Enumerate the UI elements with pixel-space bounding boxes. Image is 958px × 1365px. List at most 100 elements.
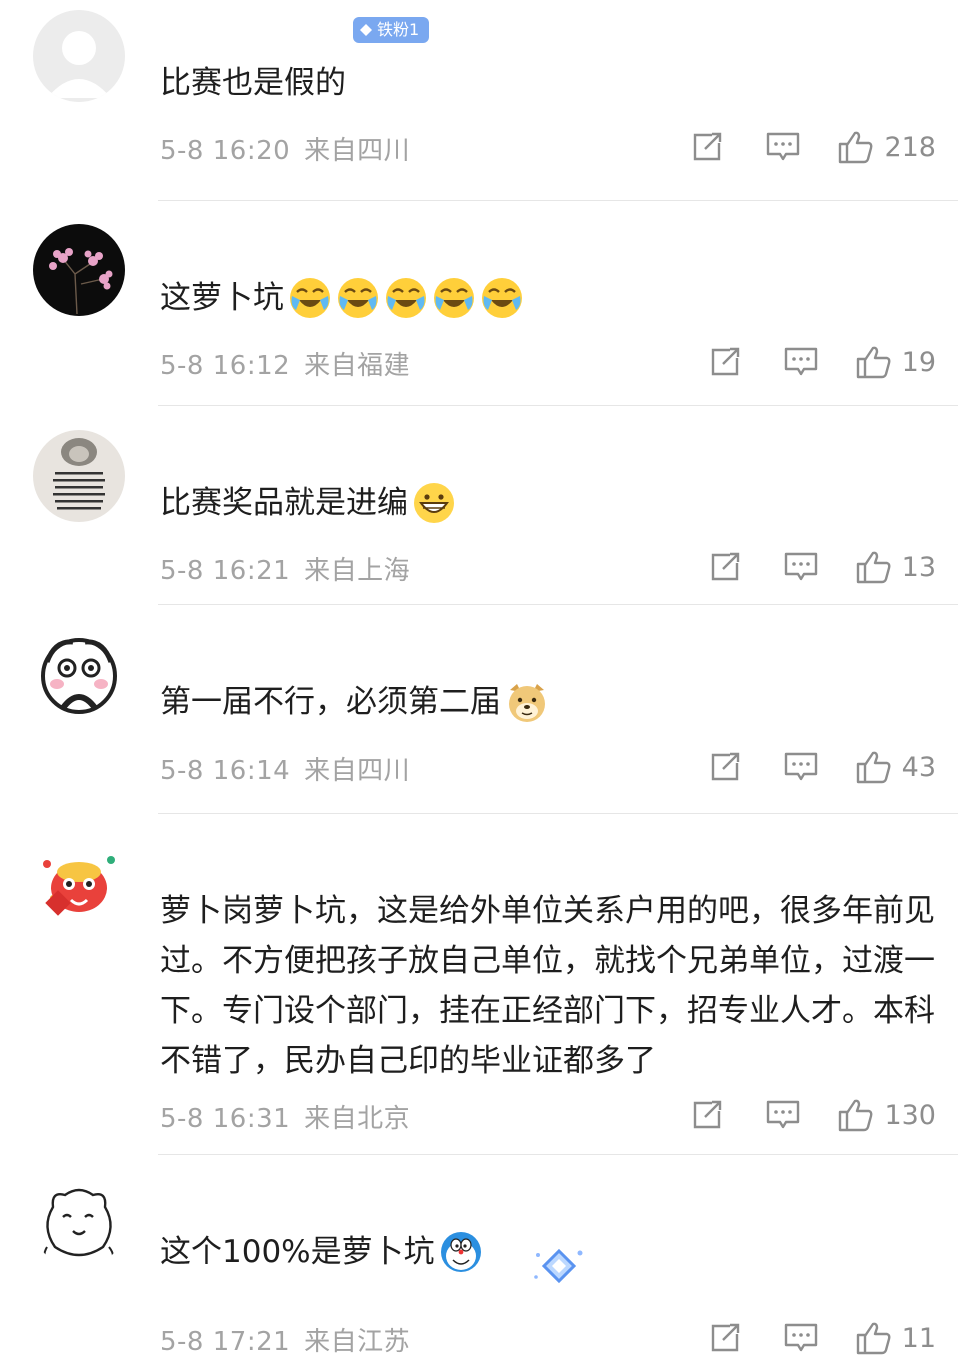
- grin-emoji-icon: [414, 483, 454, 523]
- comment-meta: 5-8 16:12 来自福建: [160, 345, 424, 382]
- comment-item: 这个100%是萝卜坑 5-8 17:21 来自江苏 11: [0, 1155, 958, 1365]
- share-icon: [694, 1100, 722, 1129]
- doge-emoji-icon: [509, 684, 545, 722]
- like-button[interactable]: 218: [838, 130, 936, 164]
- comment-actions: 13: [710, 547, 936, 587]
- thumbs-up-icon: [856, 1322, 891, 1355]
- comment-meta: 5-8 16:21 来自上海: [160, 550, 424, 587]
- share-icon: [711, 347, 739, 376]
- share-button[interactable]: [710, 347, 742, 377]
- comment-text: 比赛也是假的: [160, 65, 346, 101]
- comment-text: 萝卜岗萝卜坑，这是给外单位关系户用的吧，很多年前见过。不方便把孩子放自己单位，就…: [160, 893, 935, 1079]
- comment-location: 来自福建: [304, 351, 411, 381]
- like-count: 13: [901, 551, 936, 583]
- avatar[interactable]: [33, 10, 125, 102]
- comment-item: 第一届不行，必须第二届 5-8 16:14 来自四川 43: [0, 605, 958, 813]
- like-button[interactable]: 130: [838, 1098, 936, 1132]
- comment-item: 比赛奖品就是进编 5-8 16:21 来自上海 13: [0, 406, 958, 604]
- thumbs-up-icon: [856, 751, 891, 784]
- like-count: 19: [901, 346, 936, 378]
- diamond-sparkle-icon: [534, 1248, 583, 1284]
- comment-time: 5-8 17:21: [160, 1327, 291, 1357]
- thumbs-up-icon: [856, 346, 891, 379]
- comment-time: 5-8 16:14: [160, 756, 291, 786]
- comment-item: 萝卜岗萝卜坑，这是给外单位关系户用的吧，很多年前见过。不方便把孩子放自己单位，就…: [0, 814, 958, 1154]
- comment-icon: [767, 132, 800, 161]
- comment-location: 来自北京: [304, 1104, 411, 1134]
- like-count: 11: [901, 1322, 936, 1354]
- reply-button[interactable]: [784, 347, 818, 377]
- comment-icon: [767, 1100, 800, 1129]
- comment-item: 这萝卜坑 5-8 16:12 来自福建 19: [0, 201, 958, 405]
- thumbs-up-icon: [856, 551, 891, 584]
- avatar[interactable]: [33, 430, 125, 522]
- like-count: 218: [884, 131, 936, 163]
- laugh-cry-emoji-icon: [434, 278, 474, 318]
- like-button[interactable]: 11: [856, 1321, 936, 1355]
- comment-location: 来自四川: [304, 136, 411, 166]
- comment-text: 这个100%是萝卜坑: [160, 1234, 435, 1270]
- share-button[interactable]: [710, 1323, 742, 1353]
- comment-meta: 5-8 16:20 来自四川: [160, 130, 424, 167]
- diamond-icon: [360, 24, 372, 36]
- comment-text: 第一届不行，必须第二届: [160, 684, 501, 720]
- laugh-cry-emoji-icon: [482, 278, 522, 318]
- thumbs-up-icon: [839, 1099, 873, 1132]
- laugh-cry-emoji-icon: [338, 278, 378, 318]
- comment-location: 来自四川: [304, 756, 411, 786]
- doraemon-emoji-icon: [440, 1232, 481, 1272]
- laugh-cry-emoji-icon: [290, 278, 330, 318]
- comment-actions: 43: [710, 747, 936, 787]
- comment-time: 5-8 16:12: [160, 351, 291, 381]
- thumbs-up-icon: [839, 131, 873, 164]
- laugh-cry-emoji-icon: [386, 278, 426, 318]
- comment-time: 5-8 16:21: [160, 556, 291, 586]
- comment-text: 比赛奖品就是进编: [160, 485, 408, 521]
- comment-actions: 19: [710, 342, 936, 382]
- avatar[interactable]: [33, 628, 125, 720]
- comment-time: 5-8 16:31: [160, 1104, 291, 1134]
- avatar[interactable]: [33, 224, 125, 316]
- badge-label: 铁粉1: [377, 20, 420, 39]
- like-button[interactable]: 43: [856, 750, 936, 784]
- comment-item: 铁粉1 比赛也是假的 5-8 16:20 来自四川 218: [0, 0, 958, 200]
- comment-text-row: 这萝卜坑: [160, 273, 524, 323]
- reply-button[interactable]: [784, 752, 818, 782]
- fan-badge[interactable]: 铁粉1: [353, 17, 429, 43]
- comment-meta: 5-8 17:21 来自江苏: [160, 1321, 424, 1358]
- share-icon: [711, 1323, 739, 1352]
- like-button[interactable]: 13: [856, 550, 936, 584]
- comment-icon: [784, 347, 817, 376]
- share-icon: [711, 552, 739, 581]
- reply-button[interactable]: [784, 1323, 818, 1353]
- comment-text-row: 比赛奖品就是进编: [160, 478, 456, 528]
- comment-icon: [784, 1323, 817, 1352]
- reply-button[interactable]: [766, 1100, 800, 1130]
- like-count: 130: [884, 1099, 936, 1131]
- avatar[interactable]: [33, 1177, 125, 1269]
- share-button[interactable]: [710, 552, 742, 582]
- comment-meta: 5-8 16:31 来自北京: [160, 1098, 424, 1135]
- share-button[interactable]: [692, 1100, 724, 1130]
- comment-time: 5-8 16:20: [160, 136, 291, 166]
- comment-actions: 218: [692, 127, 936, 167]
- avatar[interactable]: [33, 838, 125, 930]
- share-icon: [694, 132, 722, 161]
- comment-text-row: 第一届不行，必须第二届: [160, 677, 549, 727]
- comment-location: 来自江苏: [304, 1327, 411, 1357]
- comment-text: 这萝卜坑: [160, 280, 284, 316]
- comment-text-row: 这个100%是萝卜坑: [160, 1227, 483, 1277]
- comment-actions: 130: [692, 1095, 936, 1135]
- comment-location: 来自上海: [304, 556, 411, 586]
- reply-button[interactable]: [766, 132, 800, 162]
- comment-icon: [784, 552, 817, 581]
- comment-actions: 11: [710, 1318, 936, 1358]
- comment-icon: [784, 752, 817, 781]
- like-count: 43: [901, 751, 936, 783]
- like-button[interactable]: 19: [856, 345, 936, 379]
- share-button[interactable]: [692, 132, 724, 162]
- comment-meta: 5-8 16:14 来自四川: [160, 750, 424, 787]
- share-icon: [711, 752, 739, 781]
- share-button[interactable]: [710, 752, 742, 782]
- reply-button[interactable]: [784, 552, 818, 582]
